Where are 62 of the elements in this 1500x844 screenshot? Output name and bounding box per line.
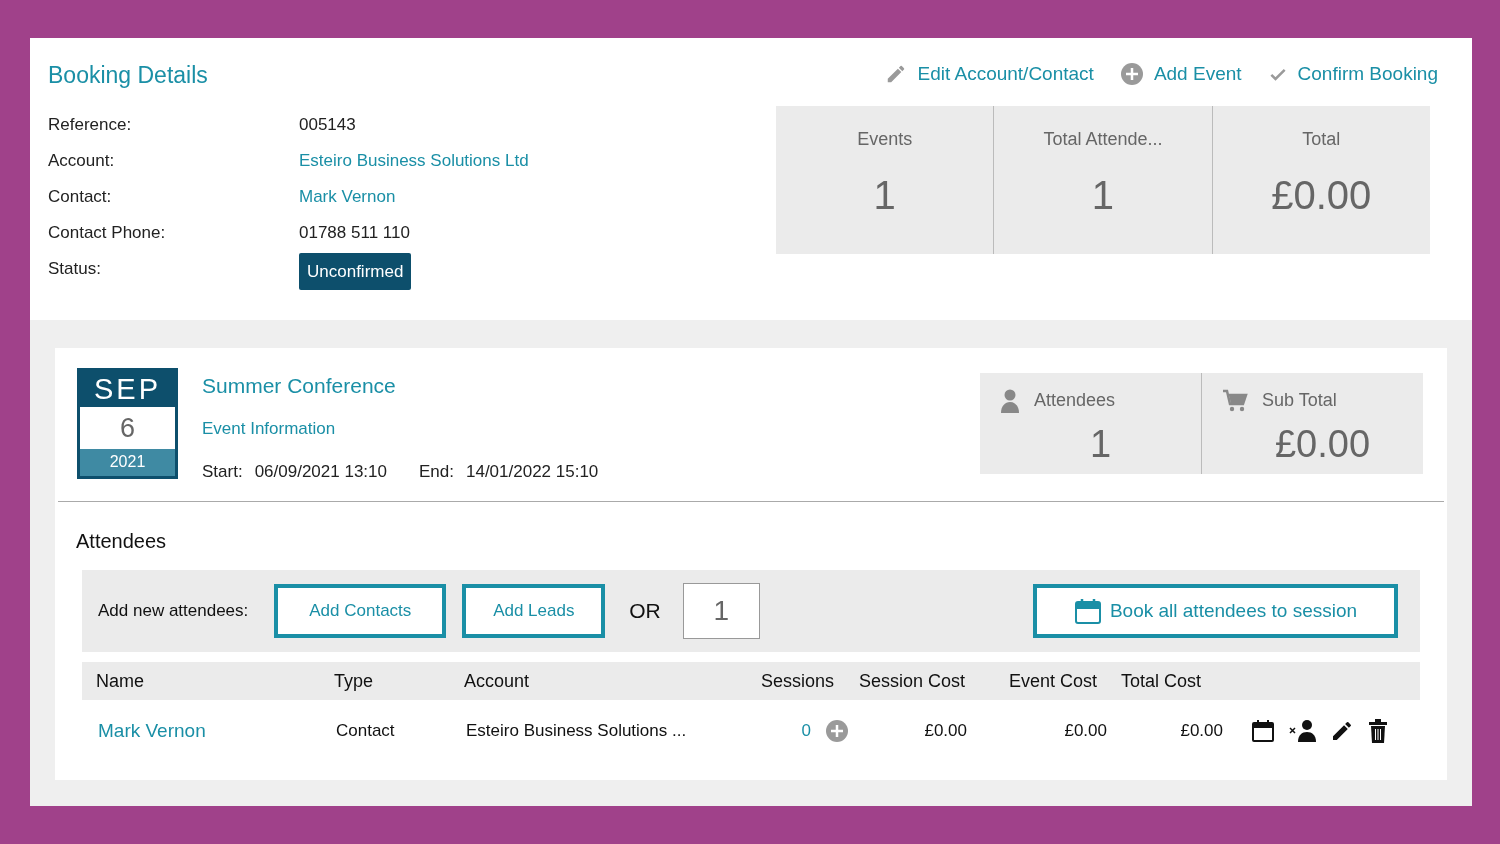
person-icon <box>1000 388 1020 413</box>
add-attendees-label: Add new attendees: <box>98 600 249 623</box>
book-all-button[interactable]: Book all attendees to session <box>1033 584 1398 638</box>
calendar-icon <box>1073 597 1102 625</box>
stat-value: 1 <box>1088 422 1113 467</box>
count-field[interactable]: 1 <box>682 583 760 639</box>
column-header: Session Cost <box>859 669 967 693</box>
stat-label: Attendees <box>1034 389 1116 412</box>
summary-value: £0.00 <box>1271 172 1372 219</box>
action-link[interactable]: Edit Account/Contact <box>917 59 1094 89</box>
field-link[interactable]: Mark Vernon <box>299 183 396 210</box>
summary-label: Total <box>1302 128 1341 151</box>
section-heading: Attendees <box>76 529 168 554</box>
column-header: Event Cost <box>1009 669 1099 693</box>
page-title: Booking Details <box>48 61 209 90</box>
table-cell-text: £0.00 <box>923 720 968 743</box>
remove-person-icon[interactable] <box>1288 719 1317 743</box>
plus-circle-icon[interactable] <box>825 719 849 743</box>
field-label: Contact Phone: <box>48 221 167 244</box>
column-header: Name <box>96 669 145 693</box>
action-link[interactable]: Confirm Booking <box>1297 59 1438 89</box>
plus-circle-icon <box>1119 62 1144 86</box>
table-cell-text: Contact <box>336 720 396 743</box>
field-link[interactable]: Esteiro Business Solutions Ltd <box>299 147 529 174</box>
calendar-icon[interactable] <box>1251 719 1275 743</box>
date-year: 2021 <box>80 449 175 476</box>
field-label: Reference: <box>48 113 133 136</box>
table-cell-text: Esteiro Business Solutions ... <box>466 720 688 743</box>
stat-label: Sub Total <box>1262 389 1337 412</box>
column-header: Sessions <box>761 669 836 693</box>
summary-label: Total Attende... <box>1043 128 1163 151</box>
start-label: Start: <box>202 461 243 483</box>
start-value: 06/09/2021 13:10 <box>254 461 387 483</box>
end-value: 14/01/2022 15:10 <box>465 461 599 483</box>
summary-value: 1 <box>873 172 896 219</box>
date-month: SEP <box>93 372 162 407</box>
field-value: 005143 <box>299 113 356 136</box>
table-cell-text: £0.00 <box>1063 720 1108 743</box>
summary-label: Events <box>857 128 913 151</box>
add-button[interactable]: Add Leads <box>462 584 606 638</box>
event-info-link[interactable]: Event Information <box>202 415 599 441</box>
or-label: OR <box>629 598 661 625</box>
event-title: Summer Conference <box>202 373 397 399</box>
field-label: Status: <box>48 257 102 280</box>
summary-value: 1 <box>1091 172 1115 219</box>
cart-icon <box>1222 388 1248 413</box>
sessions-link[interactable]: 0 <box>801 718 811 744</box>
field-value: 01788 511 110 <box>299 221 410 244</box>
add-button[interactable]: Add Contacts <box>274 584 447 638</box>
field-label: Contact: <box>48 185 113 208</box>
field-label: Account: <box>48 149 116 172</box>
table-cell-text: £0.00 <box>1179 720 1223 743</box>
status-badge: Unconfirmed <box>299 252 412 291</box>
column-header: Type <box>334 669 375 693</box>
date-day: 6 <box>80 407 175 449</box>
attendee-link[interactable]: Mark Vernon <box>98 716 336 746</box>
trash-icon[interactable] <box>1367 719 1388 743</box>
action-link[interactable]: Add Event <box>1153 59 1242 89</box>
end-label: End: <box>419 461 454 483</box>
column-header: Total Cost <box>1121 669 1203 693</box>
stat-value: £0.00 <box>1273 422 1372 467</box>
column-header: Account <box>464 669 531 693</box>
